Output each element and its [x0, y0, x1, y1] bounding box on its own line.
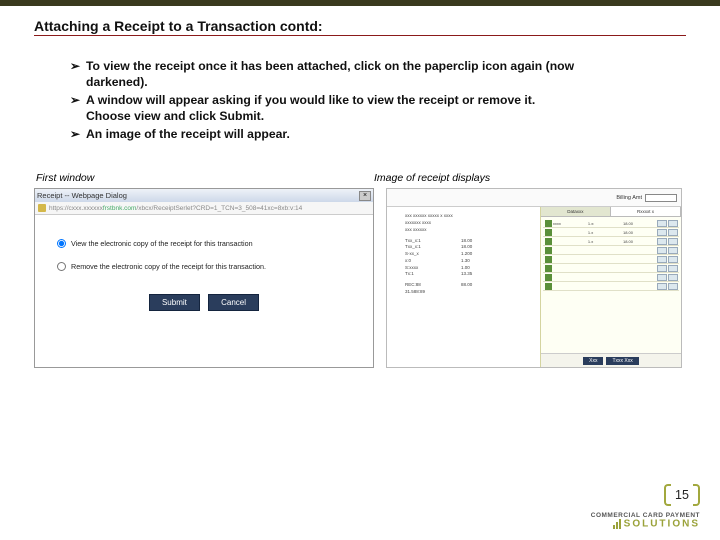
- row-icon: [545, 238, 552, 245]
- radio-view[interactable]: [57, 239, 66, 248]
- radio-remove[interactable]: [57, 262, 66, 271]
- tab-receipt[interactable]: Rxxxxt x: [611, 207, 681, 216]
- close-icon[interactable]: ×: [359, 191, 371, 201]
- dropdown-cell[interactable]: [657, 220, 667, 227]
- dropdown-cell[interactable]: [668, 220, 678, 227]
- allocation-grid: xxxx1.x:18.001.x18.001.x18.00: [541, 217, 681, 353]
- grid-button-1[interactable]: Xxx: [583, 357, 603, 365]
- receipt-image-view: Billing Amt xxx xxxxxx xxxxx x xxxx xxxx…: [386, 188, 682, 368]
- row-icon: [545, 256, 552, 263]
- dropdown-cell[interactable]: [657, 238, 667, 245]
- dropdown-cell[interactable]: [668, 247, 678, 254]
- table-row: xxxx1.x:18.00: [543, 219, 679, 228]
- dialog-titlebar: Receipt -- Webpage Dialog ×: [35, 189, 373, 202]
- table-row: [543, 273, 679, 282]
- dropdown-cell[interactable]: [657, 256, 667, 263]
- row-icon: [545, 274, 552, 281]
- table-row: 1.x18.00: [543, 228, 679, 237]
- billing-label: Billing Amt: [616, 195, 642, 201]
- page-title: Attaching a Receipt to a Transaction con…: [34, 18, 686, 36]
- dropdown-cell[interactable]: [668, 265, 678, 272]
- option-view-label: View the electronic copy of the receipt …: [71, 239, 253, 248]
- bullet-item: A window will appear asking if you would…: [70, 92, 580, 125]
- dropdown-cell[interactable]: [657, 283, 667, 290]
- row-icon: [545, 220, 552, 227]
- row-icon: [545, 247, 552, 254]
- bullet-list: To view the receipt once it has been att…: [70, 58, 686, 142]
- cancel-button[interactable]: Cancel: [208, 294, 259, 311]
- dropdown-cell[interactable]: [668, 274, 678, 281]
- caption-first-window: First window: [34, 172, 374, 184]
- dialog-title: Receipt -- Webpage Dialog: [37, 191, 359, 200]
- row-icon: [545, 229, 552, 236]
- grid-button-2[interactable]: Txxx Xxx: [606, 357, 638, 365]
- dropdown-cell[interactable]: [668, 256, 678, 263]
- bullet-item: An image of the receipt will appear.: [70, 126, 580, 142]
- dropdown-cell[interactable]: [668, 283, 678, 290]
- submit-button[interactable]: Submit: [149, 294, 200, 311]
- dropdown-cell[interactable]: [668, 238, 678, 245]
- table-row: [543, 246, 679, 255]
- dropdown-cell[interactable]: [657, 247, 667, 254]
- table-row: [543, 282, 679, 291]
- bullet-item: To view the receipt once it has been att…: [70, 58, 580, 91]
- table-row: [543, 264, 679, 273]
- table-row: 1.x18.00: [543, 237, 679, 246]
- row-icon: [545, 265, 552, 272]
- brand-footer: COMMERCIAL CARD PAYMENT SOLUTIONS: [591, 513, 700, 530]
- receipt-text: xxx xxxxxx xxxxx x xxxx xxxxxxx xxxx xxx…: [387, 207, 540, 367]
- lock-icon: [38, 204, 46, 212]
- caption-image-receipt: Image of receipt displays: [374, 172, 490, 184]
- dropdown-cell[interactable]: [657, 265, 667, 272]
- dropdown-cell[interactable]: [657, 274, 667, 281]
- page-number: 15: [668, 484, 696, 506]
- dropdown-cell[interactable]: [668, 229, 678, 236]
- billing-select[interactable]: [645, 194, 677, 202]
- table-row: [543, 255, 679, 264]
- option-view-receipt[interactable]: View the electronic copy of the receipt …: [57, 239, 351, 248]
- dropdown-cell[interactable]: [657, 229, 667, 236]
- option-remove-label: Remove the electronic copy of the receip…: [71, 262, 266, 271]
- dialog-address-bar: https://cxxx.xxxxxxfrstbnk.com/xbcx/Rece…: [35, 202, 373, 215]
- receipt-dialog: Receipt -- Webpage Dialog × https://cxxx…: [34, 188, 374, 368]
- tab-data[interactable]: Dataxxx: [541, 207, 611, 216]
- option-remove-receipt[interactable]: Remove the electronic copy of the receip…: [57, 262, 351, 271]
- row-icon: [545, 283, 552, 290]
